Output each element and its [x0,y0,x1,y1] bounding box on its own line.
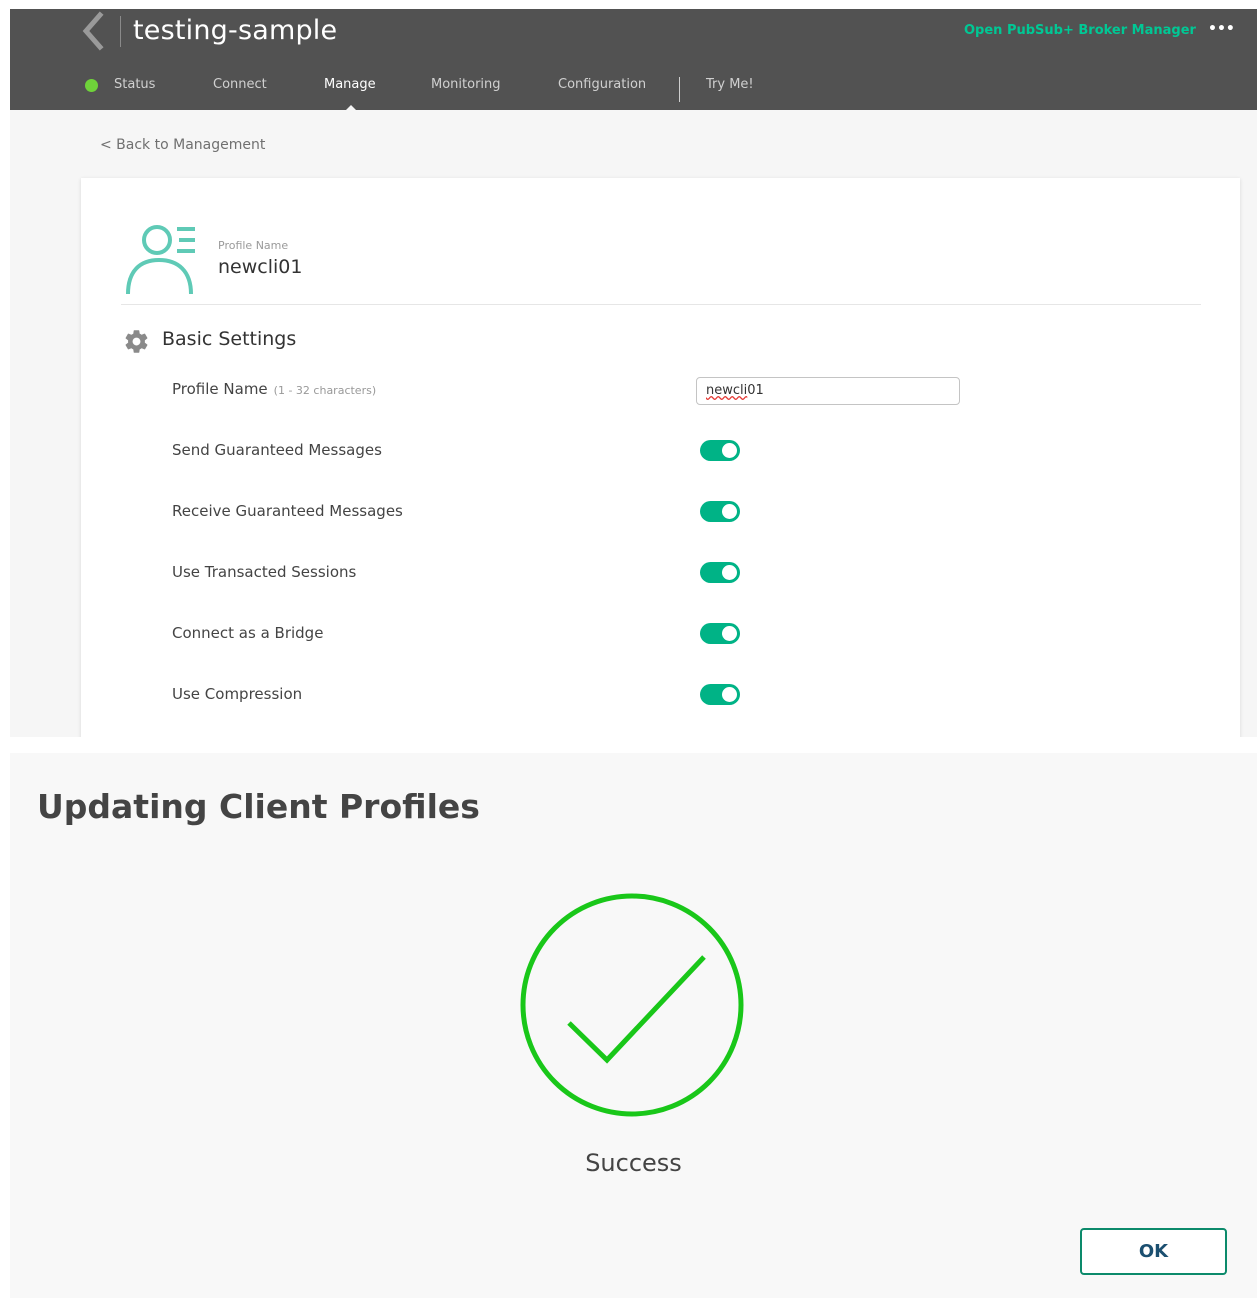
nav-tab-try-me[interactable]: Try Me! [706,76,754,94]
profile-name-hint: (1 - 32 characters) [273,384,377,397]
more-options-icon[interactable]: ••• [1208,21,1235,37]
toggle-knob [722,504,737,519]
nav-tab-monitoring[interactable]: Monitoring [431,76,501,94]
success-check-icon [520,893,744,1117]
nav-tab-status[interactable]: Status [114,76,155,94]
profile-name-row: Profile Name (1 - 32 characters) [172,380,376,398]
active-tab-indicator [344,105,358,112]
use-compression-toggle[interactable] [700,684,740,705]
toggle-knob [722,626,737,641]
use-compression-label: Use Compression [172,685,303,703]
transacted-sessions-label: Use Transacted Sessions [172,563,357,581]
status-dot-icon [85,79,98,92]
nav-tab-connect[interactable]: Connect [213,76,267,94]
client-profile-card: Profile Name newcli01 Basic Settings Pro… [81,178,1240,737]
send-guaranteed-toggle[interactable] [700,440,740,461]
nav-tab-configuration[interactable]: Configuration [558,76,646,94]
main-nav: Status Connect Manage Monitoring Configu… [10,76,1257,112]
toggle-knob [722,443,737,458]
back-arrow-icon[interactable] [78,11,108,51]
card-divider [121,304,1201,305]
connect-bridge-toggle[interactable] [700,623,740,644]
send-guaranteed-label: Send Guaranteed Messages [172,441,382,459]
client-profile-screen: testing-sample Open PubSub+ Broker Manag… [10,9,1257,737]
profile-name-label: Profile Name [172,380,268,398]
profile-name-input[interactable]: newcli01 [696,377,960,405]
transacted-sessions-toggle[interactable] [700,562,740,583]
toggle-knob [722,687,737,702]
receive-guaranteed-label: Receive Guaranteed Messages [172,502,403,520]
app-title: testing-sample [133,15,338,46]
update-dialog: Updating Client Profiles Success OK [10,753,1257,1298]
title-divider [120,16,121,47]
receive-guaranteed-toggle[interactable] [700,501,740,522]
profile-name-input-rest: 01 [747,383,764,398]
back-to-management-link[interactable]: < Back to Management [100,137,265,153]
profile-name-heading: newcli01 [218,256,303,278]
dialog-title: Updating Client Profiles [37,787,480,826]
toggle-knob [722,565,737,580]
profile-name-input-misspelled: newcli [706,383,748,398]
open-broker-manager-link[interactable]: Open PubSub+ Broker Manager [964,23,1196,38]
ok-button[interactable]: OK [1080,1228,1227,1275]
profile-name-caption: Profile Name [218,239,289,252]
success-message: Success [585,1149,682,1177]
client-profile-icon [126,225,195,295]
connect-bridge-label: Connect as a Bridge [172,624,324,642]
app-header: testing-sample Open PubSub+ Broker Manag… [10,9,1257,112]
nav-tab-manage[interactable]: Manage [324,76,376,94]
gear-icon [125,330,148,353]
basic-settings-title: Basic Settings [162,328,297,350]
nav-divider [679,77,680,102]
